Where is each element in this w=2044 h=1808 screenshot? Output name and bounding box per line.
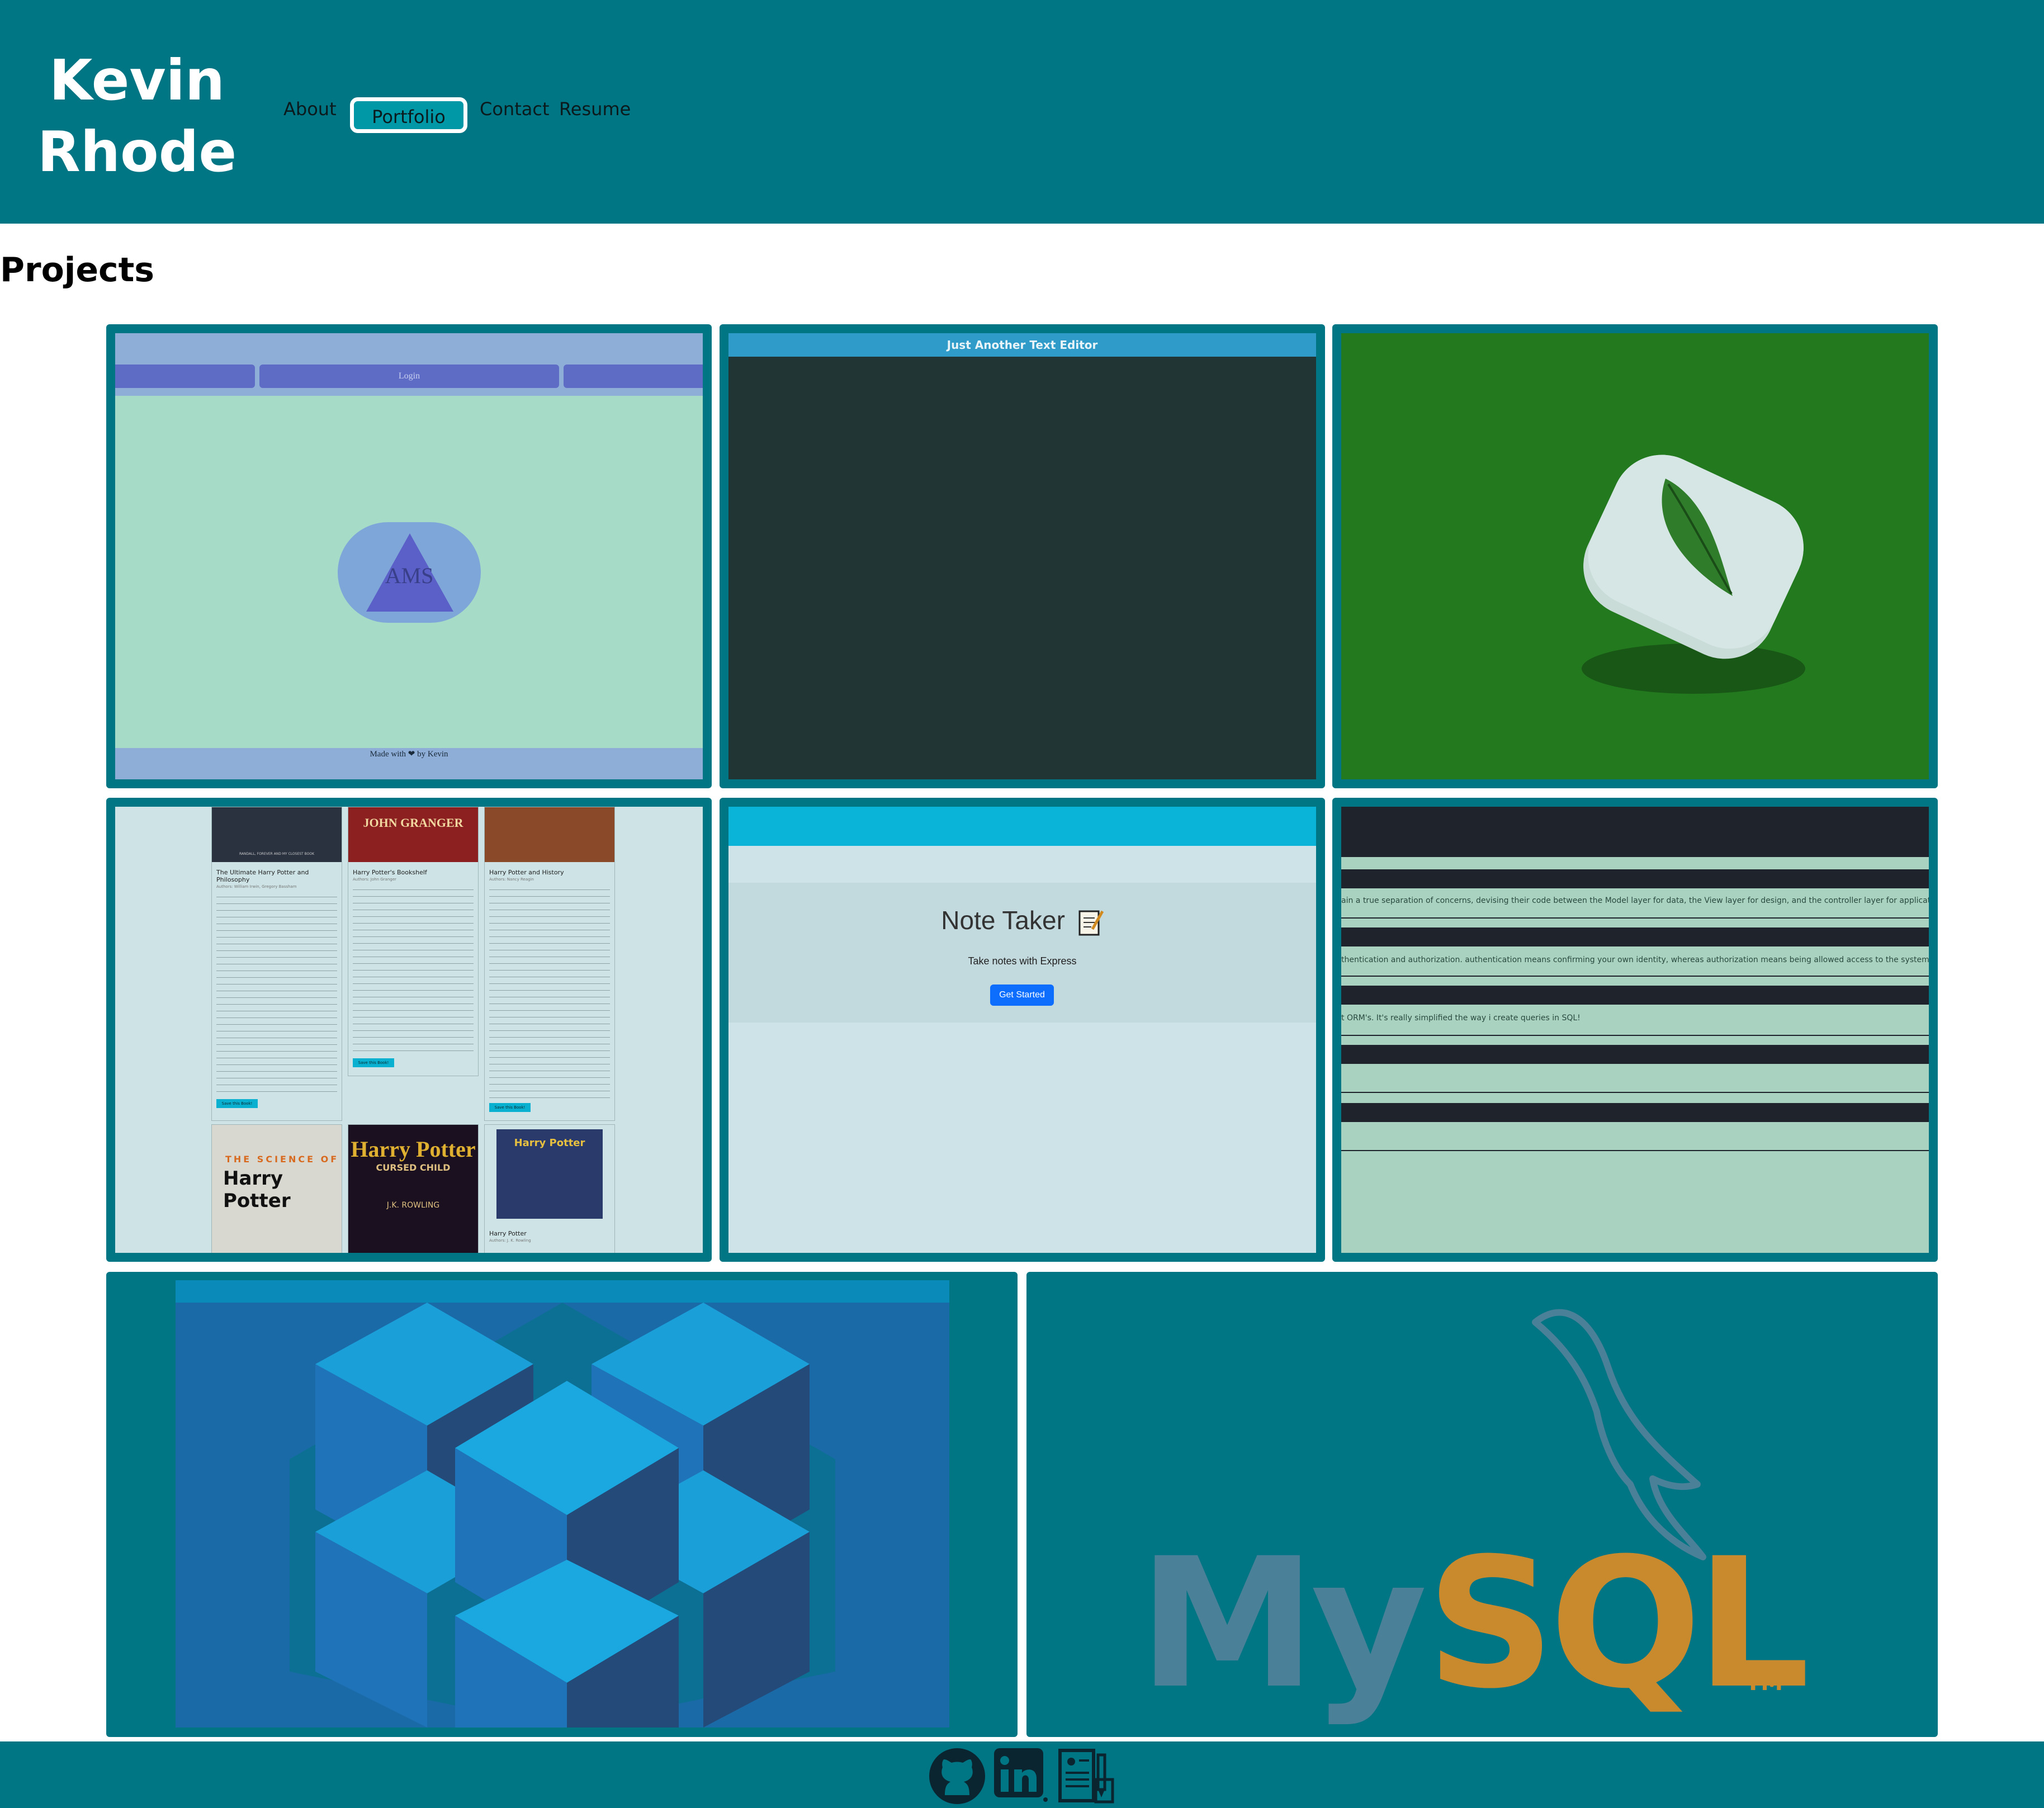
ams-nav-button-left[interactable] <box>115 365 255 388</box>
book-cover-text: Harry Potter <box>351 1137 476 1162</box>
book-description <box>489 886 610 1099</box>
memo-icon <box>1078 908 1104 937</box>
divider <box>1341 976 1929 977</box>
book-cover: RANDALL, FOREVER AND MY CLOSEST BOOK <box>212 807 342 862</box>
nav-about-link[interactable]: About <box>283 87 337 131</box>
project-card-book-search[interactable]: RANDALL, FOREVER AND MY CLOSEST BOOK The… <box>106 798 712 1262</box>
ams-footer: Made with ❤ by Kevin <box>115 748 703 779</box>
book-cover: Harry Potter <box>496 1129 603 1219</box>
linkedin-icon[interactable] <box>993 1747 1049 1805</box>
book-cover-text: THE SCIENCE OF <box>225 1154 339 1165</box>
text-editor-screenshot: Just Another Text Editor <box>728 333 1316 779</box>
project-card-sequelize[interactable] <box>106 1272 1018 1737</box>
note-taker-title-text: Note Taker <box>941 906 1065 935</box>
book-cover: JOHN GRANGER <box>348 807 478 862</box>
book-title: The Ultimate Harry Potter and Philosophy <box>216 869 309 883</box>
projects-heading: Projects <box>0 250 155 290</box>
nav-resume-link[interactable]: Resume <box>559 87 631 131</box>
book-authors: Authors: Nancy Reagin <box>489 877 534 882</box>
sequelize-cubes-icon <box>176 1280 949 1727</box>
book-cover-text: CURSED CHILD <box>376 1162 451 1173</box>
blog-post-header <box>1341 1103 1929 1122</box>
mongodb-image <box>1341 333 1929 779</box>
book-authors: Authors: John Granger <box>353 877 396 882</box>
ams-footer-text: Made with ❤ by Kevin <box>370 750 448 759</box>
book-search-screenshot: RANDALL, FOREVER AND MY CLOSEST BOOK The… <box>115 807 703 1253</box>
mysql-logo-image: My SQL TM <box>1026 1272 1938 1737</box>
blog-post-header <box>1341 869 1929 888</box>
blog-post-body: thentication and authorization. authenti… <box>1341 955 1929 964</box>
note-taker-screenshot: Note Taker Take notes with Express Get S… <box>728 807 1316 1253</box>
blog-header <box>1341 807 1929 857</box>
ams-screenshot: Login AMS Made with ❤ by Kevin <box>115 333 703 779</box>
blog-post-header <box>1341 986 1929 1005</box>
mysql-tm-text: TM <box>1745 1670 1783 1696</box>
github-icon[interactable] <box>928 1747 986 1807</box>
book-cover <box>485 807 614 862</box>
book-cover-text: JOHN GRANGER <box>363 816 463 830</box>
book-cover-text: Harry Potter <box>223 1167 291 1212</box>
mysql-my-text: My <box>1138 1520 1427 1728</box>
project-card-ams[interactable]: Login AMS Made with ❤ by Kevin <box>106 324 712 788</box>
ams-nav-button-right[interactable] <box>564 365 703 388</box>
project-card-text-editor[interactable]: Just Another Text Editor <box>720 324 1325 788</box>
book-description <box>216 893 337 1095</box>
text-editor-title: Just Another Text Editor <box>728 333 1316 357</box>
sequelize-logo-image <box>106 1272 1018 1737</box>
save-book-button[interactable]: Save this Book! <box>489 1103 531 1112</box>
note-taker-title: Note Taker <box>728 905 1316 937</box>
save-book-button[interactable]: Save this Book! <box>216 1099 258 1108</box>
save-book-button[interactable]: Save this Book! <box>353 1058 394 1067</box>
book-authors: Authors: William Irwin, Gregory Bassham <box>216 884 297 889</box>
site-brand[interactable]: Kevin Rhode <box>28 45 246 188</box>
ams-topbar <box>115 333 703 365</box>
blog-post-header <box>1341 1045 1929 1064</box>
divider <box>1341 1035 1929 1036</box>
mongodb-leaf-icon <box>1582 455 1805 694</box>
book-card: Harry Potter and History Authors: Nancy … <box>484 807 615 1121</box>
ams-login-button[interactable]: Login <box>259 365 559 388</box>
resume-icon[interactable] <box>1057 1747 1115 1807</box>
blog-post-header <box>1341 927 1929 946</box>
book-cover-text: RANDALL, FOREVER AND MY CLOSEST BOOK <box>239 852 315 856</box>
book-title: Harry Potter and History <box>489 869 564 876</box>
note-taker-subtitle: Take notes with Express <box>968 955 1077 967</box>
project-card-mongodb[interactable] <box>1332 324 1938 788</box>
book-title: Harry Potter's Bookshelf <box>353 869 427 876</box>
tech-blog-screenshot: ain a true separation of concerns, devis… <box>1341 807 1929 1253</box>
book-card: JOHN GRANGER Harry Potter's Bookshelf Au… <box>348 807 479 1076</box>
brand-first-name: Kevin <box>49 48 225 113</box>
book-cover: THE SCIENCE OF Harry Potter <box>211 1124 342 1253</box>
divider <box>1341 917 1929 919</box>
blog-post-body: ain a true separation of concerns, devis… <box>1341 896 1929 905</box>
project-card-note-taker[interactable]: Note Taker Take notes with Express Get S… <box>720 798 1325 1262</box>
book-cover-text: Harry Potter <box>514 1137 585 1149</box>
nav-portfolio-link[interactable]: Portfolio <box>350 97 467 133</box>
note-taker-navbar <box>728 807 1316 846</box>
book-cover: Harry Potter CURSED CHILD J.K. ROWLING <box>348 1124 479 1253</box>
divider <box>1341 1150 1929 1151</box>
book-authors: Authors: J. K. Rowling <box>489 1238 531 1243</box>
brand-last-name: Rhode <box>37 119 237 184</box>
book-description <box>353 886 474 1054</box>
book-title: Harry Potter <box>489 1230 527 1237</box>
note-taker-jumbotron: Note Taker Take notes with Express Get S… <box>728 883 1316 1023</box>
project-card-mysql[interactable]: My SQL TM <box>1026 1272 1938 1737</box>
book-card: RANDALL, FOREVER AND MY CLOSEST BOOK The… <box>211 807 342 1121</box>
get-started-button[interactable]: Get Started <box>990 985 1054 1006</box>
ams-logo-text: AMS <box>385 563 434 588</box>
book-card: Harry Potter Harry Potter Authors: J. K.… <box>484 1124 615 1253</box>
divider <box>1341 1092 1929 1093</box>
book-cover-text: J.K. ROWLING <box>386 1201 440 1210</box>
project-card-tech-blog[interactable]: ain a true separation of concerns, devis… <box>1332 798 1938 1262</box>
blog-post-body: t ORM's. It's really simplified the way … <box>1341 1014 1581 1023</box>
nav-contact-link[interactable]: Contact <box>480 87 550 131</box>
